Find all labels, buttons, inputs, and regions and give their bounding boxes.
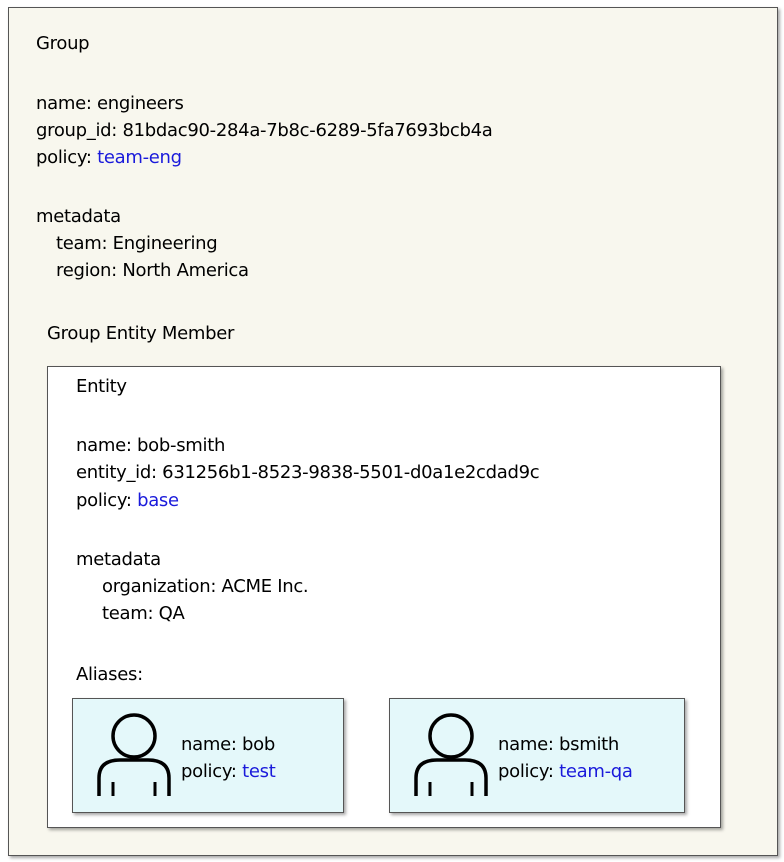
entity-metadata-organization: organization: ACME Inc. [102,576,309,597]
group-metadata-team: team: Engineering [56,233,218,254]
group-policy-link[interactable]: team-eng [97,147,182,168]
group-policy-label: policy: [36,147,98,168]
entity-policy-label: policy: [76,490,138,511]
alias-bob-name: name: bob [181,734,275,755]
aliases-heading: Aliases: [76,664,143,685]
group-metadata-region: region: North America [56,260,249,281]
group-metadata-heading: metadata [36,206,121,227]
alias-bsmith-policy: policy: team-qa [498,760,633,784]
alias-bsmith-policy-link[interactable]: team-qa [559,761,633,782]
entity-heading: Entity [76,376,127,397]
group-policy: policy: team-eng [36,146,182,170]
entity-metadata-team: team: QA [102,603,185,624]
entity-name: name: bob-smith [76,435,226,456]
entity-policy-link[interactable]: base [137,490,179,511]
alias-bob-policy-label: policy: [181,761,243,782]
group-heading: Group [36,33,90,54]
alias-bob-policy: policy: test [181,760,276,784]
entity-metadata-heading: metadata [76,549,161,570]
group-name: name: engineers [36,93,184,114]
entity-policy: policy: base [76,489,179,513]
alias-bsmith-name: name: bsmith [498,734,620,755]
alias-bob-policy-link[interactable]: test [242,761,276,782]
alias-bsmith-policy-label: policy: [498,761,560,782]
entity-id: entity_id: 631256b1-8523-9838-5501-d0a1e… [76,462,540,483]
group-id: group_id: 81bdac90-284a-7b8c-6289-5fa769… [36,120,493,141]
person-icon [97,713,171,796]
person-icon [414,713,488,796]
member-heading: Group Entity Member [47,323,235,344]
